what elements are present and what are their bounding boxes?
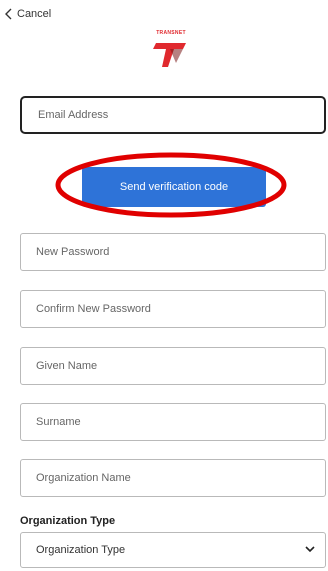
- confirm-password-field[interactable]: [20, 290, 326, 328]
- chevron-left-icon: [4, 8, 14, 20]
- send-verification-code-button[interactable]: Send verification code: [82, 167, 266, 207]
- transnet-logo: TRANSNET: [140, 30, 202, 70]
- email-field[interactable]: [20, 96, 326, 134]
- logo-mark: [153, 43, 186, 67]
- organization-name-field[interactable]: [20, 459, 326, 497]
- cancel-link[interactable]: Cancel: [4, 6, 51, 22]
- logo-text: TRANSNET: [156, 30, 186, 36]
- cancel-label: Cancel: [17, 8, 52, 20]
- new-password-field[interactable]: [20, 233, 326, 271]
- chevron-down-icon: [305, 544, 315, 556]
- organization-type-value: Organization Type: [36, 544, 126, 556]
- organization-type-select[interactable]: Organization Type: [20, 532, 326, 568]
- organization-type-label: Organization Type: [20, 515, 116, 527]
- surname-field[interactable]: [20, 403, 326, 441]
- given-name-field[interactable]: [20, 347, 326, 385]
